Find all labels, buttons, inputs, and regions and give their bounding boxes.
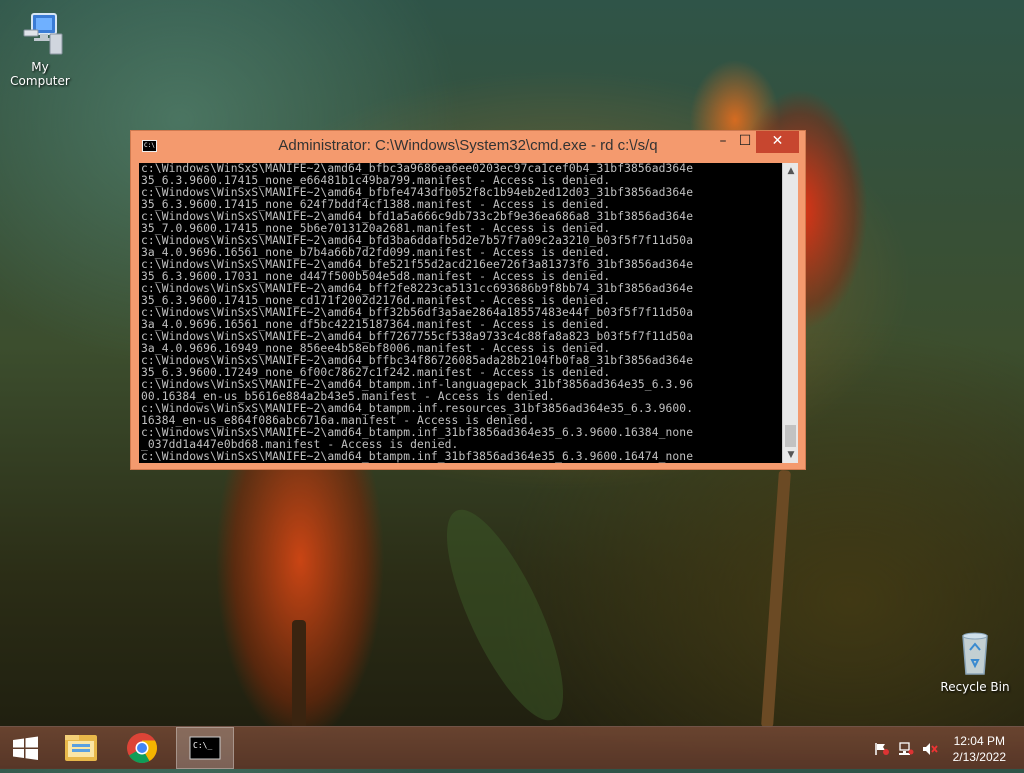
start-button[interactable] (0, 727, 52, 769)
clock-date: 2/13/2022 (952, 750, 1006, 764)
command-prompt-button[interactable]: C:\_ (176, 727, 234, 769)
chrome-icon (127, 733, 158, 764)
scrollbar-thumb[interactable] (785, 425, 796, 447)
wallpaper-stem (761, 469, 791, 729)
file-explorer-button[interactable] (56, 727, 108, 769)
taskbar: C:\_ 12:04 PM 2/13/2022 (0, 726, 1024, 769)
scroll-up-arrow-icon[interactable]: ▲ (783, 163, 799, 179)
vertical-scrollbar[interactable]: ▲ ▼ (782, 163, 798, 463)
wallpaper-leaf (424, 495, 586, 735)
desktop-icon-label: My Computer (10, 60, 70, 88)
scroll-down-arrow-icon[interactable]: ▼ (783, 447, 799, 463)
window-titlebar[interactable]: C:\ Administrator: C:\Windows\System32\c… (131, 131, 805, 161)
windows-logo-icon (13, 736, 38, 760)
recycle-bin-desktop-icon[interactable]: Recycle Bin (935, 630, 1015, 694)
close-button[interactable]: ✕ (756, 131, 799, 153)
my-computer-desktop-icon[interactable]: My Computer (0, 10, 80, 88)
svg-text:C:\_: C:\_ (193, 741, 212, 750)
chrome-button[interactable] (116, 727, 168, 769)
console-line: c:\Windows\WinSxS\MANIFE~2\amd64_btampm.… (141, 450, 694, 463)
window-title: Administrator: C:\Windows\System32\cmd.e… (278, 137, 658, 154)
desktop-icon-label: Recycle Bin (940, 680, 1010, 694)
recycle-bin-icon (951, 630, 999, 678)
clock-time: 12:04 PM (953, 734, 1005, 748)
volume-muted-icon[interactable] (922, 741, 938, 755)
cmd-window[interactable]: C:\ Administrator: C:\Windows\System32\c… (130, 130, 806, 470)
console-text: c:\Windows\WinSxS\MANIFE~2\amd64_bfbc3a9… (139, 163, 782, 463)
action-center-flag-icon[interactable] (874, 741, 890, 755)
wallpaper-stem (292, 620, 306, 730)
network-icon[interactable] (898, 741, 914, 755)
computer-icon (16, 10, 64, 58)
folder-icon (65, 735, 97, 761)
system-clock[interactable]: 12:04 PM 2/13/2022 (953, 733, 1006, 765)
console-output[interactable]: c:\Windows\WinSxS\MANIFE~2\amd64_bfbc3a9… (139, 163, 782, 463)
maximize-button[interactable]: ☐ (731, 131, 759, 153)
cmd-icon: C:\_ (189, 736, 221, 760)
